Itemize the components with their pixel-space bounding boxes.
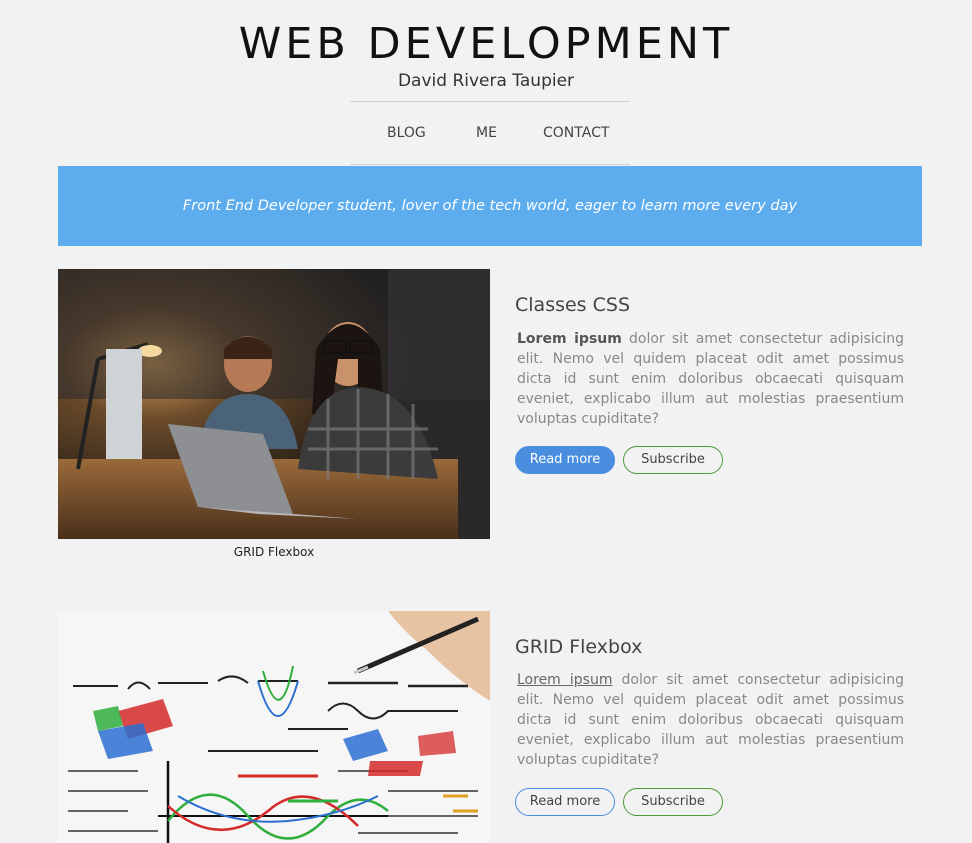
nav-divider-top xyxy=(350,101,630,102)
site-title: WEB DEVELOPMENT xyxy=(238,19,734,69)
post-title: Classes CSS xyxy=(515,294,631,316)
post-title: GRID Flexbox xyxy=(515,636,643,658)
post-lead-link[interactable]: Lorem ipsum xyxy=(517,672,612,688)
nav-divider-bottom xyxy=(350,164,630,165)
nav-item-contact[interactable]: CONTACT xyxy=(543,123,609,143)
read-more-button[interactable]: Read more xyxy=(515,446,615,474)
nav-item-me[interactable]: ME xyxy=(476,123,497,143)
post-image-math xyxy=(58,611,490,843)
author-name: David Rivera Taupier xyxy=(397,71,575,91)
nav-item-blog[interactable]: BLOG xyxy=(387,123,426,143)
post-lead: Lorem ipsum xyxy=(517,331,622,347)
post-caption: GRID Flexbox xyxy=(233,545,315,559)
read-more-button[interactable]: Read more xyxy=(515,788,615,816)
post-excerpt: Lorem ipsum dolor sit amet consectetur a… xyxy=(517,329,904,429)
post-excerpt: Lorem ipsum dolor sit amet consectetur a… xyxy=(517,670,904,770)
subscribe-button[interactable]: Subscribe xyxy=(623,446,723,474)
tagline-banner: Front End Developer student, lover of th… xyxy=(58,166,922,246)
post-image-office xyxy=(58,269,490,539)
tagline-text: Front End Developer student, lover of th… xyxy=(182,198,798,214)
main-nav: BLOG ME CONTACT xyxy=(0,123,972,145)
subscribe-button[interactable]: Subscribe xyxy=(623,788,723,816)
